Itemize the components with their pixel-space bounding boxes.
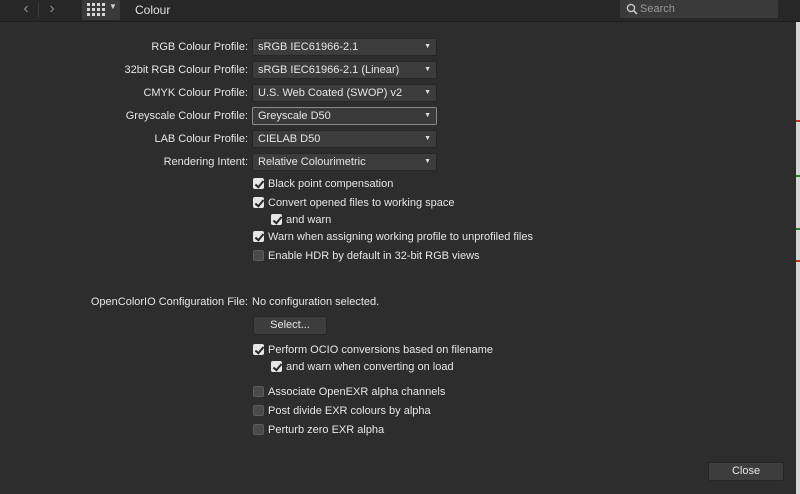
window-title: Colour — [135, 3, 171, 17]
checkbox-label: and warn — [286, 214, 332, 226]
lab-profile-value: CIELAB D50 — [258, 133, 321, 145]
edge-mark — [796, 260, 800, 262]
chevron-down-icon: ▼ — [424, 112, 431, 119]
rgb32-profile-dropdown[interactable]: sRGB IEC61966-2.1 (Linear) ▼ — [252, 61, 437, 79]
checkbox-checked[interactable] — [271, 361, 282, 372]
back-icon[interactable]: ‹ — [14, 0, 38, 20]
cmyk-profile-dropdown[interactable]: U.S. Web Coated (SWOP) v2 ▼ — [252, 84, 437, 102]
checkbox-checked[interactable] — [253, 344, 264, 355]
search-input[interactable] — [640, 1, 774, 17]
checkbox-label: and warn when converting on load — [286, 361, 454, 373]
rgb32-profile-label: 32bit RGB Colour Profile: — [124, 64, 249, 76]
checkbox-unchecked[interactable] — [253, 250, 264, 261]
chevron-down-icon: ▼ — [424, 66, 431, 73]
rgb-profile-value: sRGB IEC61966-2.1 — [258, 41, 359, 53]
lab-profile-label: LAB Colour Profile: — [154, 133, 248, 145]
checkbox-label: Post divide EXR colours by alpha — [268, 405, 431, 417]
checkbox-checked[interactable] — [271, 214, 282, 225]
checkbox-checked[interactable] — [253, 178, 264, 189]
titlebar: ‹ › ▼ Colour — [0, 0, 800, 22]
grid-icon — [87, 3, 105, 16]
close-button[interactable]: Close — [708, 462, 784, 481]
chevron-down-icon: ▼ — [424, 89, 431, 96]
search-box[interactable] — [620, 0, 778, 18]
rgb-profile-label: RGB Colour Profile: — [151, 41, 248, 53]
edge-mark — [796, 175, 800, 177]
rgb-profile-dropdown[interactable]: sRGB IEC61966-2.1 ▼ — [252, 38, 437, 56]
grid-view-button[interactable]: ▼ — [82, 0, 120, 20]
lab-profile-dropdown[interactable]: CIELAB D50 ▼ — [252, 130, 437, 148]
chevron-down-icon: ▼ — [109, 2, 117, 11]
checkbox-checked[interactable] — [253, 231, 264, 242]
checkbox-label: Perform OCIO conversions based on filena… — [268, 344, 493, 356]
select-config-button[interactable]: Select... — [253, 316, 327, 335]
checkbox-label: Perturb zero EXR alpha — [268, 424, 385, 436]
checkbox-unchecked[interactable] — [253, 424, 264, 435]
checkbox-label: Enable HDR by default in 32-bit RGB view… — [268, 250, 480, 262]
rendering-intent-label: Rendering Intent: — [163, 156, 248, 168]
checkbox-label: Warn when assigning working profile to u… — [268, 231, 533, 243]
rendering-intent-dropdown[interactable]: Relative Colourimetric ▼ — [252, 153, 437, 171]
forward-icon[interactable]: › — [40, 0, 64, 20]
checkbox-checked[interactable] — [253, 197, 264, 208]
ocio-config-label: OpenColorIO Configuration File: — [90, 296, 248, 308]
checkbox-unchecked[interactable] — [253, 386, 264, 397]
checkbox-label: Black point compensation — [268, 178, 394, 190]
search-icon — [626, 3, 638, 15]
cmyk-profile-value: U.S. Web Coated (SWOP) v2 — [258, 87, 403, 99]
background-window-edge — [796, 22, 800, 494]
chevron-down-icon: ▼ — [424, 135, 431, 142]
checkbox-label: Convert opened files to working space — [268, 197, 455, 209]
rendering-intent-value: Relative Colourimetric — [258, 156, 366, 168]
ocio-config-value: No configuration selected. — [252, 296, 380, 308]
greyscale-profile-dropdown[interactable]: Greyscale D50 ▼ — [252, 107, 437, 125]
chevron-down-icon: ▼ — [424, 158, 431, 165]
edge-mark — [796, 120, 800, 122]
greyscale-profile-label: Greyscale Colour Profile: — [125, 110, 248, 122]
chevron-down-icon: ▼ — [424, 43, 431, 50]
edge-mark — [796, 228, 800, 230]
greyscale-profile-value: Greyscale D50 — [258, 110, 331, 122]
cmyk-profile-label: CMYK Colour Profile: — [143, 87, 248, 99]
checkbox-unchecked[interactable] — [253, 405, 264, 416]
checkbox-label: Associate OpenEXR alpha channels — [268, 386, 446, 398]
nav-divider — [38, 3, 39, 17]
rgb32-profile-value: sRGB IEC61966-2.1 (Linear) — [258, 64, 400, 76]
